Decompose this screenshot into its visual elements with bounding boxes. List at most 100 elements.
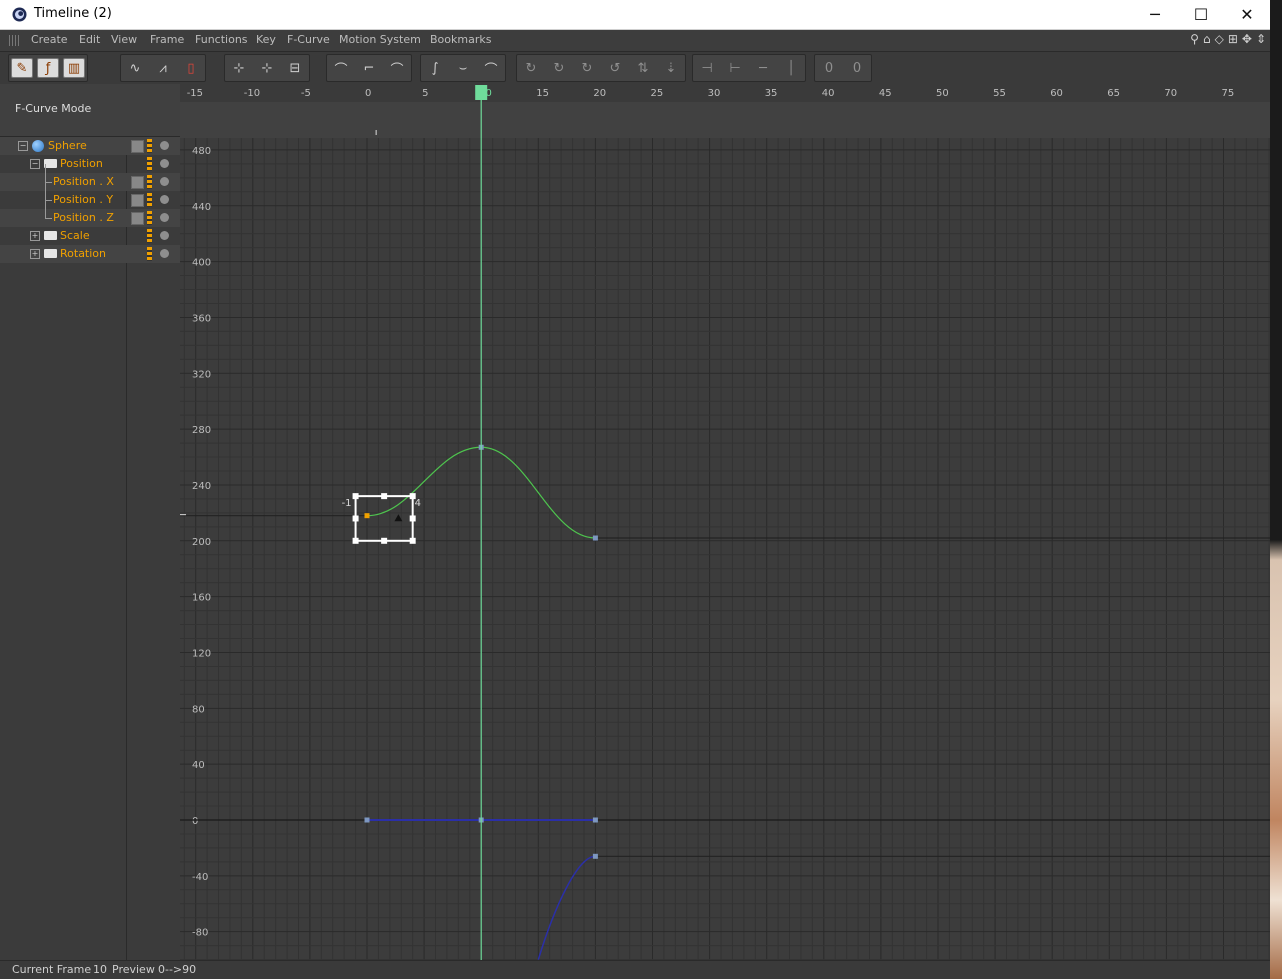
add-multiple-keys-button[interactable]: ⊹: [255, 57, 279, 79]
cinema4d-icon: [12, 7, 27, 22]
fcurve-mode-icon: ƒ: [45, 60, 51, 76]
selection-handle[interactable]: [381, 493, 388, 500]
track-icon[interactable]: [147, 157, 152, 171]
move-view-icon[interactable]: ✥: [1242, 32, 1252, 46]
menu-create[interactable]: Create: [31, 33, 68, 46]
track-icon[interactable]: [147, 247, 152, 261]
menu-bookmarks[interactable]: Bookmarks: [430, 33, 491, 46]
tree-item-rotation[interactable]: + Rotation: [0, 245, 180, 263]
collapse-icon[interactable]: −: [18, 141, 28, 151]
delete-key-icon: ⊟: [289, 60, 301, 76]
flatten-tangent-button[interactable]: ⊣: [695, 57, 719, 79]
menu-frame[interactable]: Frame: [150, 33, 184, 46]
snap-curve-button[interactable]: ⩘: [151, 57, 175, 79]
zero-tangent-button[interactable]: 0: [845, 57, 869, 79]
playhead-handle[interactable]: [475, 85, 488, 100]
selection-handle[interactable]: [352, 493, 359, 500]
solo-dot-icon[interactable]: [160, 213, 169, 222]
search-icon[interactable]: ⚲: [1190, 32, 1199, 46]
toolbar-group: ↻ ↻ ↻ ↺ ⇅ ⇣: [516, 54, 686, 82]
menu-fcurve[interactable]: F-Curve: [287, 33, 330, 46]
normalize-curve-button[interactable]: ∿: [123, 57, 147, 79]
menu-view[interactable]: View: [111, 33, 137, 46]
toolbar-group: ∫ ⌣ ⌒: [420, 54, 506, 82]
selection-handle[interactable]: [352, 537, 359, 544]
collapse-icon[interactable]: −: [30, 159, 40, 169]
fcurve-toggle-icon[interactable]: [131, 140, 144, 153]
solo-dot-icon[interactable]: [160, 141, 169, 150]
selection-handle[interactable]: [409, 515, 416, 522]
tangent-weight-button[interactable]: ⇅: [631, 57, 655, 79]
maximize-button[interactable]: ☐: [1178, 0, 1224, 29]
tree-item-position-z[interactable]: Position . Z: [0, 209, 180, 227]
fcurve-mode-button[interactable]: ƒ: [37, 58, 59, 78]
spline-interpolation-button[interactable]: ⌒: [385, 57, 409, 79]
add-key-button[interactable]: ⊹: [227, 57, 251, 79]
solo-dot-icon[interactable]: [160, 159, 169, 168]
menu-edit[interactable]: Edit: [79, 33, 100, 46]
frame-all-icon[interactable]: ◇: [1215, 32, 1224, 46]
tree-item-position[interactable]: − Position: [0, 155, 180, 173]
clip-button[interactable]: ▯: [179, 57, 203, 79]
minimize-button[interactable]: ─: [1132, 0, 1178, 29]
ease-in-button[interactable]: ⌣: [451, 57, 475, 79]
break-tangent-button[interactable]: ↺: [603, 57, 627, 79]
zero-length-button[interactable]: ↻: [547, 57, 571, 79]
keyframe[interactable]: [364, 817, 370, 823]
frame-selected-icon[interactable]: ⊞: [1228, 32, 1238, 46]
align-tangent-button[interactable]: ⊢: [723, 57, 747, 79]
delete-key-button[interactable]: ⊟: [283, 57, 307, 79]
tree-item-label: Position . X: [53, 175, 114, 188]
tree-item-scale[interactable]: + Scale: [0, 227, 180, 245]
selection-handle[interactable]: [352, 515, 359, 522]
zero-angle-button[interactable]: ↻: [519, 57, 543, 79]
solo-dot-icon[interactable]: [160, 177, 169, 186]
menu-functions[interactable]: Functions: [195, 33, 248, 46]
selection-handle[interactable]: [381, 537, 388, 544]
track-icon[interactable]: [147, 175, 152, 189]
track-icon[interactable]: [147, 193, 152, 207]
home-icon[interactable]: ⌂: [1203, 32, 1211, 46]
solo-dot-icon[interactable]: [160, 231, 169, 240]
fcurve-toggle-icon[interactable]: [131, 176, 144, 189]
track-icon[interactable]: [147, 229, 152, 243]
tree-item-position-x[interactable]: Position . X: [0, 173, 180, 191]
frame-tick-label: 30: [708, 88, 721, 99]
fcurve-toggle-icon[interactable]: [131, 212, 144, 225]
menu-motion-system[interactable]: Motion System: [339, 33, 421, 46]
fcurve-toggle-icon[interactable]: [131, 194, 144, 207]
zero-key-value-button[interactable]: 0: [817, 57, 841, 79]
zoom-view-icon[interactable]: ⇕: [1256, 32, 1266, 46]
ease-out-button[interactable]: ⌒: [479, 57, 503, 79]
tangent-unify-button[interactable]: ⇣: [659, 57, 683, 79]
frame-tick-label: 15: [536, 88, 549, 99]
track-icon[interactable]: [147, 139, 152, 153]
tree-item-position-y[interactable]: Position . Y: [0, 191, 180, 209]
menu-key[interactable]: Key: [256, 33, 276, 46]
frame-tick-label: 75: [1222, 88, 1235, 99]
solo-dot-icon[interactable]: [160, 195, 169, 204]
linear-interpolation-button[interactable]: ⌒: [329, 57, 353, 79]
motion-mode-button[interactable]: ▥: [63, 58, 85, 78]
close-button[interactable]: ✕: [1224, 0, 1270, 29]
solo-dot-icon[interactable]: [160, 249, 169, 258]
menu-grip-icon[interactable]: [9, 35, 21, 46]
selection-handle[interactable]: [409, 537, 416, 544]
expand-icon[interactable]: +: [30, 231, 40, 241]
keyframe[interactable]: [592, 535, 598, 541]
keyframe[interactable]: [364, 513, 370, 519]
frame-tick-label: 60: [1050, 88, 1063, 99]
lock-tangent-button[interactable]: ↻: [575, 57, 599, 79]
tree-item-sphere[interactable]: − Sphere: [0, 137, 180, 155]
graph-background[interactable]: [180, 84, 1270, 960]
ease-ease-button[interactable]: ∫: [423, 57, 447, 79]
vertical-tangent-button[interactable]: │: [779, 57, 803, 79]
keyframe[interactable]: [592, 853, 598, 859]
keymode-button[interactable]: ✎: [11, 58, 33, 78]
track-icon[interactable]: [147, 211, 152, 225]
fcurve-graph[interactable]: -15-10-505101520253035404550556065707548…: [180, 84, 1270, 960]
keyframe[interactable]: [592, 817, 598, 823]
horizontal-tangent-button[interactable]: ─: [751, 57, 775, 79]
expand-icon[interactable]: +: [30, 249, 40, 259]
step-interpolation-button[interactable]: ⌐: [357, 57, 381, 79]
